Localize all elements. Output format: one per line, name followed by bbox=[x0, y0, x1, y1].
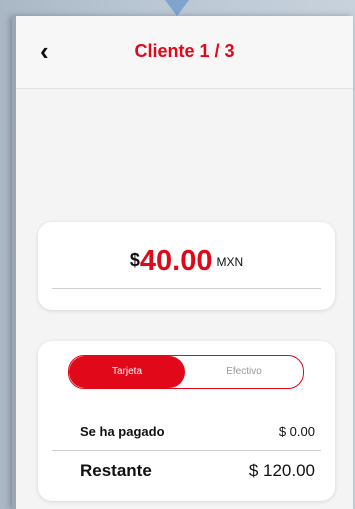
amount-underline bbox=[52, 288, 321, 289]
app-header: ‹ Cliente 1 / 3 bbox=[16, 16, 353, 89]
amount-card: $40.00 MXN bbox=[38, 222, 335, 310]
pointer-arrow-icon bbox=[165, 0, 189, 16]
remaining-value: $ 120.00 bbox=[248, 461, 315, 480]
payment-card: Tarjeta Efectivo Se ha pagado $ 0.00 Res… bbox=[38, 341, 335, 501]
currency-symbol: $ bbox=[129, 250, 140, 270]
amount-value: 40.00 bbox=[139, 245, 213, 277]
remaining-label: Restante bbox=[80, 461, 152, 480]
payment-method-toggle: Tarjeta Efectivo bbox=[68, 355, 304, 389]
screenshot-frame: ‹ Cliente 1 / 3 $40.00 MXN Tarjeta Efecti… bbox=[0, 0, 355, 509]
paid-label: Se ha pagado bbox=[80, 424, 165, 439]
payment-divider bbox=[52, 450, 321, 451]
amount-display: $40.00 MXN bbox=[38, 244, 335, 282]
page-title: Cliente 1 / 3 bbox=[134, 41, 235, 61]
tab-tarjeta[interactable]: Tarjeta bbox=[69, 356, 185, 388]
tab-efectivo[interactable]: Efectivo bbox=[185, 356, 303, 388]
paid-value: $ 0.00 bbox=[278, 424, 315, 439]
currency-code: MXN bbox=[216, 255, 244, 269]
phone-screen: ‹ Cliente 1 / 3 $40.00 MXN Tarjeta Efecti… bbox=[12, 16, 353, 509]
